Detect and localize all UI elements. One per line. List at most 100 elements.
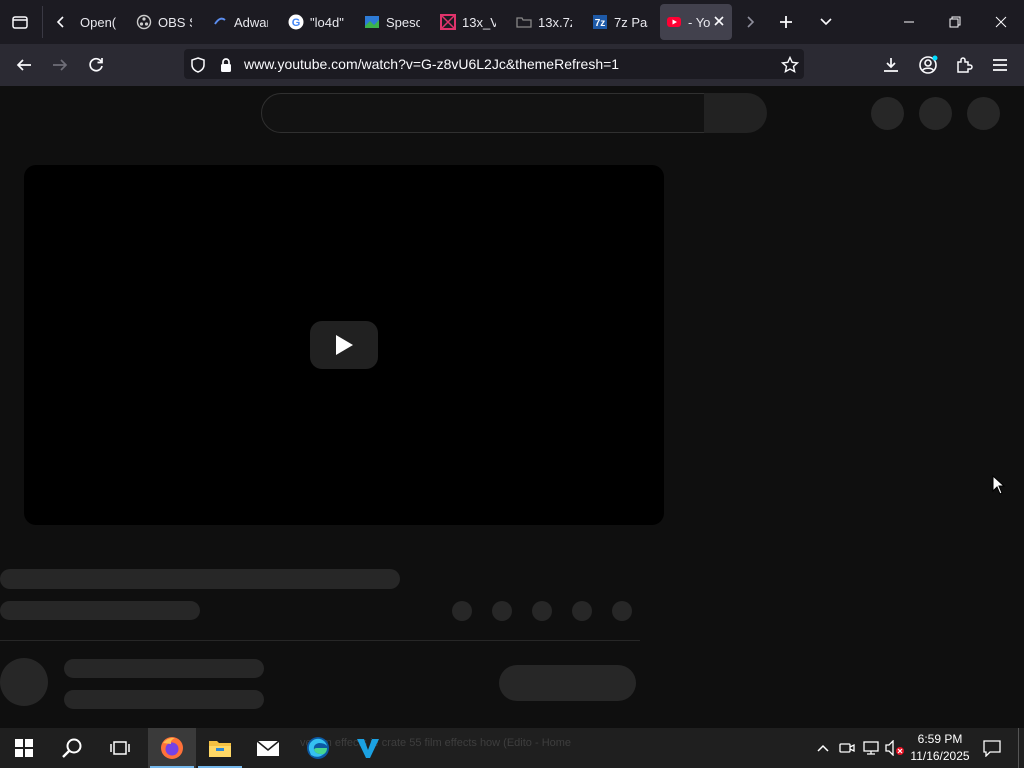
back-button[interactable] (9, 50, 39, 80)
title-placeholder (0, 569, 400, 589)
download-icon (884, 58, 898, 72)
svg-text:7z: 7z (595, 18, 606, 29)
star-icon (781, 56, 799, 73)
tab-adwar[interactable]: Adwar (212, 4, 268, 40)
header-icon-placeholder[interactable] (919, 97, 952, 130)
avatar-placeholder[interactable] (967, 97, 1000, 130)
start-button[interactable] (0, 728, 48, 768)
site-info-button[interactable] (211, 50, 241, 80)
search-icon (62, 738, 82, 758)
header-icon-placeholder[interactable] (871, 97, 904, 130)
notification-icon (983, 740, 1001, 757)
tab-obs[interactable]: OBS S (136, 4, 192, 40)
subscriber-placeholder (64, 690, 264, 709)
network-icon (863, 741, 879, 755)
arrow-left-icon (16, 59, 31, 71)
tab-label: "lo4d" (310, 14, 344, 30)
tab-label: Speso (386, 14, 420, 30)
tab-separator (42, 6, 43, 38)
play-button[interactable] (310, 321, 378, 369)
reload-icon (89, 57, 103, 72)
reload-button[interactable] (81, 50, 111, 80)
puzzle-icon (957, 57, 973, 73)
arrow-right-icon (53, 59, 68, 71)
channel-avatar-placeholder[interactable] (0, 658, 48, 706)
extensions-button[interactable] (949, 50, 979, 80)
clock-time: 6:59 PM (917, 732, 963, 746)
subscribe-button-placeholder[interactable] (499, 665, 636, 701)
taskbar-app-v[interactable] (344, 728, 392, 768)
meta-placeholder (0, 601, 200, 620)
channel-name-placeholder (64, 659, 264, 678)
action-placeholder[interactable] (532, 601, 552, 621)
svg-text:G: G (292, 17, 301, 29)
tab-label: Open( (80, 14, 117, 30)
chevron-up-icon (817, 744, 829, 752)
tracking-protection-button[interactable] (183, 50, 213, 80)
taskbar-mail[interactable] (244, 728, 292, 768)
task-view-icon (110, 741, 130, 755)
action-placeholder[interactable] (612, 601, 632, 621)
account-button[interactable] (913, 50, 943, 80)
close-icon (995, 16, 1007, 28)
close-window-button[interactable] (978, 0, 1024, 44)
firefox-view-button[interactable] (5, 7, 35, 37)
tab-13x-7z[interactable]: 13x.7z (516, 4, 572, 40)
chevron-left-icon (56, 16, 64, 28)
obs-icon (136, 14, 152, 30)
tab-label: - Yo (688, 14, 711, 30)
tab-google[interactable]: G "lo4d" (288, 4, 344, 40)
v-logo-icon (357, 739, 379, 758)
url-text[interactable]: www.youtube.com/watch?v=G-z8vU6L2Jc&them… (244, 56, 619, 72)
tab-label: Adwar (234, 14, 268, 30)
tab-youtube-active[interactable]: - Yo (660, 4, 732, 40)
google-icon: G (288, 14, 304, 30)
restore-window-button[interactable] (932, 0, 978, 44)
scroll-tabs-left-button[interactable] (46, 7, 76, 37)
downloads-button[interactable] (876, 50, 906, 80)
action-placeholder[interactable] (452, 601, 472, 621)
minimize-window-button[interactable] (886, 0, 932, 44)
new-tab-button[interactable] (771, 7, 801, 37)
list-all-tabs-button[interactable] (811, 7, 841, 37)
forward-button[interactable] (45, 50, 75, 80)
windows-logo-icon (15, 739, 33, 757)
shield-icon (191, 57, 205, 73)
mail-icon (256, 740, 280, 756)
edge-icon (307, 737, 329, 759)
taskbar-file-explorer[interactable] (196, 728, 244, 768)
lock-icon (221, 58, 231, 72)
notification-center-button[interactable] (977, 733, 1007, 763)
plus-icon (780, 16, 792, 28)
tab-7z-pas[interactable]: 7z 7z Pas (592, 4, 648, 40)
tab-label: 13x_V (462, 14, 496, 30)
action-placeholder[interactable] (572, 601, 592, 621)
close-tab-icon[interactable] (712, 14, 726, 31)
search-button-placeholder[interactable] (704, 93, 767, 133)
task-view-button[interactable] (96, 728, 144, 768)
search-input-placeholder[interactable] (261, 93, 705, 133)
scroll-tabs-right-button[interactable] (735, 7, 765, 37)
grid-logo-icon (440, 14, 456, 30)
adware-icon (212, 14, 228, 30)
tab-13x-v[interactable]: 13x_V (440, 4, 496, 40)
7z-icon: 7z (592, 14, 608, 30)
system-clock[interactable]: 6:59 PM 11/16/2025 (902, 731, 978, 765)
tab-open[interactable]: Open( (80, 4, 120, 40)
search-button[interactable] (48, 728, 96, 768)
tab-speso[interactable]: Speso (364, 4, 420, 40)
folder-icon (516, 14, 532, 30)
app-menu-button[interactable] (985, 50, 1015, 80)
divider (0, 640, 640, 641)
camera-icon (839, 743, 855, 753)
show-desktop-button[interactable] (1018, 728, 1019, 768)
minimize-icon (904, 21, 914, 23)
action-placeholder[interactable] (492, 601, 512, 621)
chevron-down-icon (820, 18, 832, 26)
mouse-cursor-icon (992, 475, 1006, 495)
taskbar-firefox[interactable] (148, 728, 196, 768)
firefox-icon (161, 737, 183, 759)
bookmark-button[interactable] (775, 50, 805, 80)
taskbar-edge[interactable] (294, 728, 342, 768)
tab-label: 7z Pas (614, 14, 648, 30)
